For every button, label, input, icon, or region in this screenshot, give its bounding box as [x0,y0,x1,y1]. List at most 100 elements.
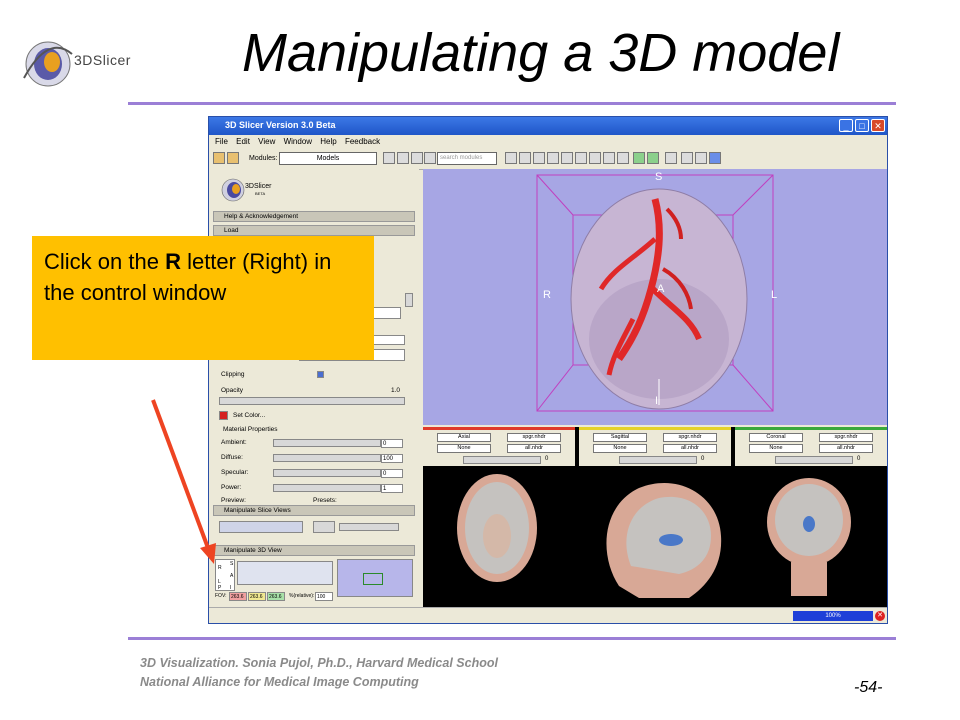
sagittal-slice-value[interactable]: 0 [701,456,704,462]
section-help[interactable]: Help & Acknowledgement [213,211,415,222]
fiducials-icon[interactable] [617,152,629,164]
axial-label-select[interactable]: None [437,444,491,453]
coronal-orientation-select[interactable]: Coronal [749,433,803,442]
sagittal-volume-select[interactable]: spgr.nhdr [663,433,717,442]
transforms-icon[interactable] [589,152,601,164]
next-module-icon[interactable] [397,152,409,164]
slice-fade-slider[interactable] [339,523,399,531]
prev-module-icon[interactable] [383,152,395,164]
home-icon[interactable] [519,152,531,164]
sagittal-orientation-select[interactable]: Sagittal [593,433,647,442]
coronal-slice-value[interactable]: 0 [857,456,860,462]
slice-link-buttons[interactable] [313,521,335,533]
title-divider [128,102,896,105]
view-control-buttons[interactable] [237,561,333,585]
undo-icon[interactable] [633,152,645,164]
axial-slice-slider[interactable] [463,456,541,464]
rotate-icon[interactable] [709,152,721,164]
slice-view-buttons[interactable] [219,521,303,533]
toolbar: Modules: Models search modules [209,149,887,170]
section-material[interactable]: Material Properties [213,425,415,436]
sagittal-slice-slider[interactable] [619,456,697,464]
ambient-value[interactable]: 0 [381,439,403,448]
color-swatch[interactable] [219,411,228,420]
sagittal-fg-select[interactable]: all.nhdr [663,444,717,453]
3d-viewer[interactable]: S R A L I [423,169,887,425]
spin-arrows[interactable] [405,293,413,307]
clipping-label: Clipping [221,371,245,378]
status-bar: 100% ✕ [209,607,887,623]
specular-slider[interactable] [273,469,381,477]
set-color-button[interactable]: Set Color... [233,412,265,419]
coronal-volume-select[interactable]: spgr.nhdr [819,433,873,442]
refresh-icon[interactable] [424,152,436,164]
compass-s[interactable]: S [230,561,233,567]
section-3d-view[interactable]: Manipulate 3D View [213,545,415,556]
modules-select[interactable]: Models [279,152,377,165]
axial-controls: Axial spgr.nhdr None all.nhdr 0 [423,430,575,466]
coronal-label-select[interactable]: None [749,444,803,453]
pan-icon[interactable] [681,152,693,164]
menu-edit[interactable]: Edit [236,137,250,146]
slice-view-sagittal[interactable]: Sagittal spgr.nhdr None all.nhdr 0 [579,427,731,607]
models-icon[interactable] [561,152,573,164]
page-number: -54- [854,679,883,696]
compass-r[interactable]: R [218,565,222,571]
clipping-checkbox[interactable] [317,371,324,378]
menu-window[interactable]: Window [284,137,312,146]
minimize-button[interactable]: _ [839,119,853,132]
menu-feedback[interactable]: Feedback [345,137,380,146]
menu-view[interactable]: View [258,137,275,146]
slicer-window: 3D Slicer Version 3.0 Beta _ □ ✕ File Ed… [208,116,888,624]
compass-p[interactable]: P [218,585,221,591]
axial-volume-select[interactable]: spgr.nhdr [507,433,561,442]
editor-icon[interactable] [575,152,587,164]
footer-organization: National Alliance for Medical Image Comp… [140,675,419,689]
specular-label: Specular: [221,469,249,476]
axial-fg-select[interactable]: all.nhdr [507,444,561,453]
volumes-icon[interactable] [547,152,559,164]
save-scene-icon[interactable] [227,152,239,164]
diffuse-value[interactable]: 100 [381,454,403,463]
module-search-input[interactable]: search modules [437,152,497,165]
specular-value[interactable]: 0 [381,469,403,478]
fov-field-1[interactable]: 263.6 [229,592,247,601]
close-button[interactable]: ✕ [871,119,885,132]
section-slice-views[interactable]: Manipulate Slice Views [213,505,415,516]
coronal-controls: Coronal spgr.nhdr None all.nhdr 0 [735,430,887,466]
ambient-slider[interactable] [273,439,381,447]
compass-i[interactable]: I [230,585,231,591]
progress-bar: 100% [793,611,873,621]
redo-icon[interactable] [647,152,659,164]
maximize-button[interactable]: □ [855,119,869,132]
coronal-fg-select[interactable]: all.nhdr [819,444,873,453]
slice-view-axial[interactable]: Axial spgr.nhdr None all.nhdr 0 [423,427,575,607]
power-value[interactable]: 1 [381,484,403,493]
power-slider[interactable] [273,484,381,492]
zoom-field[interactable]: 100 [315,592,333,601]
axial-orientation-select[interactable]: Axial [437,433,491,442]
fov-field-2[interactable]: 263.6 [248,592,266,601]
diffuse-slider[interactable] [273,454,381,462]
axial-slice-value[interactable]: 0 [545,456,548,462]
history-icon[interactable] [411,152,423,164]
slice-view-coronal[interactable]: Coronal spgr.nhdr None all.nhdr 0 [735,427,887,607]
module-panel: 3DSlicer BETA Help & Acknowledgement Loa… [209,169,419,607]
sagittal-label-select[interactable]: None [593,444,647,453]
zoom-icon[interactable] [695,152,707,164]
menu-help[interactable]: Help [320,137,336,146]
fov-field-3[interactable]: 263.6 [267,592,285,601]
opacity-label: Opacity [221,387,244,394]
compass-a[interactable]: A [230,573,233,579]
load-scene-icon[interactable] [213,152,225,164]
error-log-icon[interactable]: ✕ [875,611,885,621]
layout-icon[interactable] [665,152,677,164]
ambient-label: Ambient: [221,439,247,446]
data-icon[interactable] [533,152,545,164]
measure-icon[interactable] [603,152,615,164]
opacity-slider[interactable] [219,397,405,405]
coronal-slice-slider[interactable] [775,456,853,464]
menu-file[interactable]: File [215,137,228,146]
search-icon[interactable] [505,152,517,164]
section-load[interactable]: Load [213,225,415,236]
